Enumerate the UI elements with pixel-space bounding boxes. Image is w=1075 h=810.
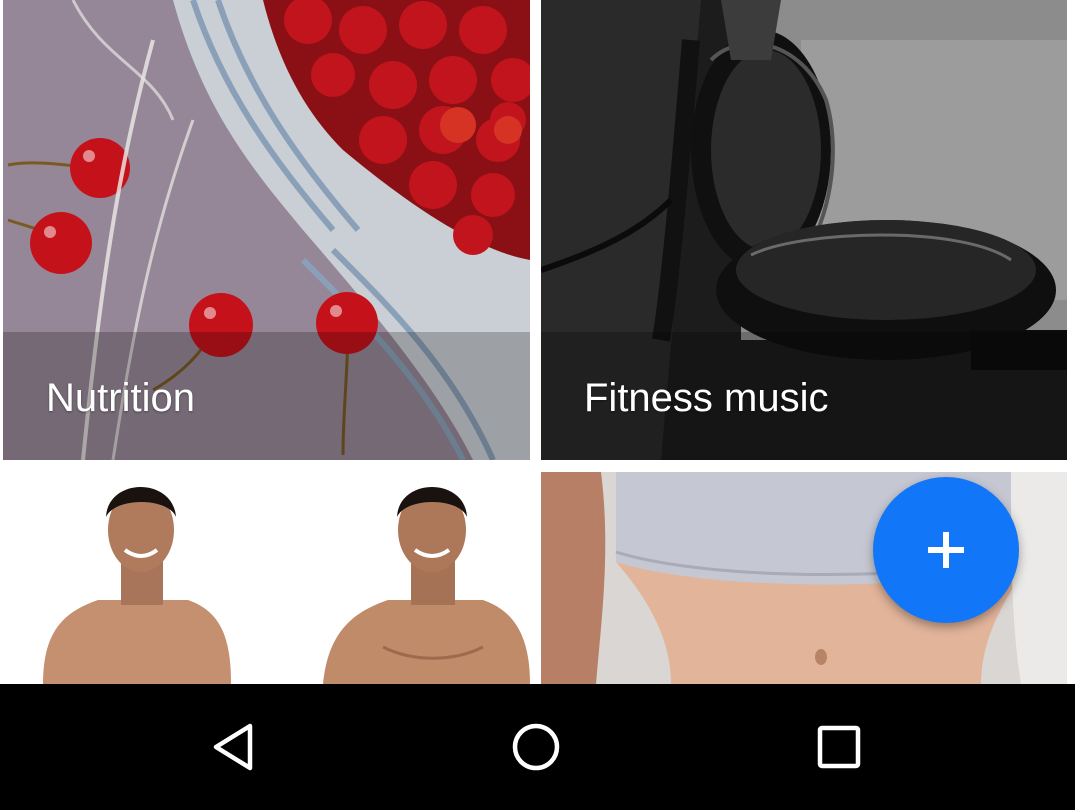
nav-recents-button[interactable] — [789, 709, 889, 785]
nav-home-button[interactable] — [486, 709, 586, 785]
back-triangle-icon — [213, 723, 253, 771]
recents-square-icon — [817, 725, 861, 769]
app-screen: Nutrition Fitness music — [0, 0, 1075, 810]
body-transformation-image — [3, 472, 530, 684]
plus-icon — [928, 532, 964, 568]
tile-label-nutrition: Nutrition — [46, 376, 195, 420]
home-circle-icon — [512, 723, 560, 771]
nav-back-button[interactable] — [183, 709, 283, 785]
tile-nutrition[interactable]: Nutrition — [3, 0, 530, 460]
tile-fitness-music[interactable]: Fitness music — [541, 0, 1067, 460]
tile-label-fitness-music: Fitness music — [584, 376, 829, 420]
tile-body-transformation[interactable] — [3, 472, 530, 684]
add-fab-button[interactable] — [873, 477, 1019, 623]
system-navigation-bar — [0, 684, 1075, 810]
